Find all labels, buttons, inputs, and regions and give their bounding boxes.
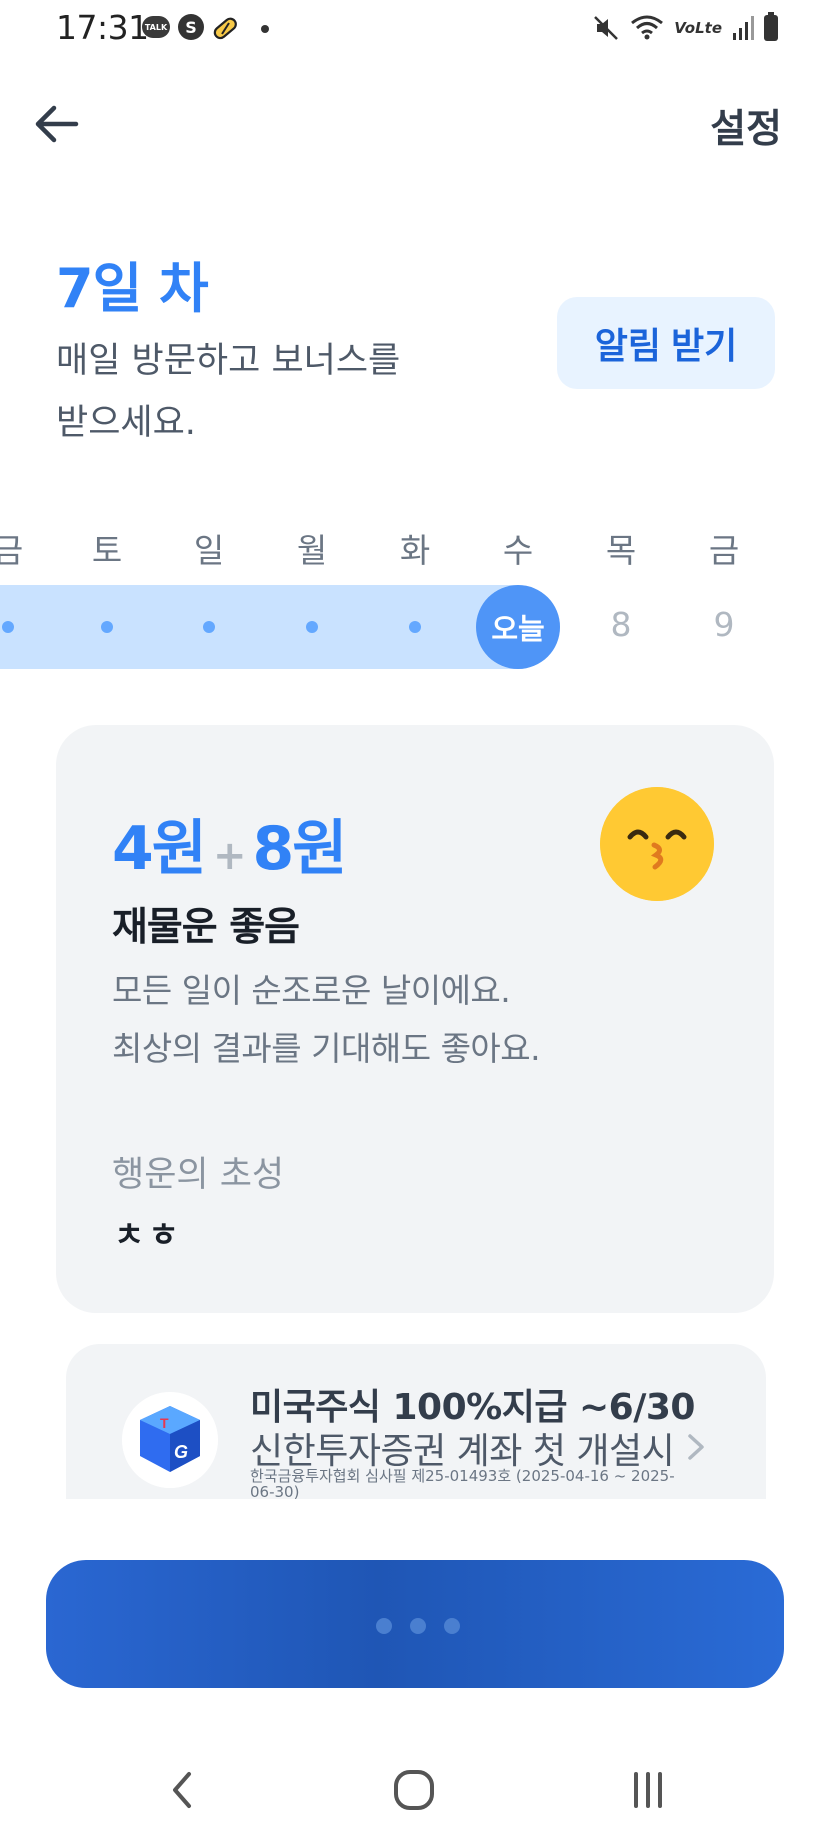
fortune-title: 재물운 좋음 [112, 905, 300, 950]
weekday-label: 화 [399, 531, 431, 570]
back-button[interactable] [28, 96, 84, 152]
bonus-amount: 8원 [252, 814, 347, 884]
weekday-label: 월 [296, 531, 328, 570]
nav-recents-icon [634, 1772, 662, 1808]
weekday-label: 토 [91, 531, 123, 570]
get-notification-button[interactable]: 알림 받기 [557, 297, 775, 389]
pill-notification-icon [213, 17, 237, 40]
system-status-icons: VoLte [592, 12, 778, 44]
today-marker: 오늘 [476, 585, 560, 669]
plus-sign: + [212, 833, 246, 879]
lucky-initials-label: 행운의 초성 [112, 1155, 285, 1195]
kakaotalk-notification-icon: TALK [142, 16, 170, 38]
fortune-desc-line-2: 최상의 결과를 기대해도 좋아요. [112, 1029, 541, 1068]
nav-back-icon [173, 1772, 191, 1808]
weekday-label: 금 [0, 531, 24, 570]
attendance-day-title: 7일 차 [56, 257, 209, 320]
status-time: 17:31 [56, 8, 149, 47]
nav-recents-button[interactable] [618, 1760, 678, 1820]
fortune-desc-line-1: 모든 일이 순조로운 날이에요. [112, 971, 511, 1010]
wifi-icon [631, 15, 664, 40]
future-day: 8 [610, 605, 632, 644]
signal-icon [733, 16, 754, 40]
chevron-right-icon[interactable] [684, 1432, 708, 1462]
nav-home-button[interactable] [384, 1760, 444, 1820]
ad-logo-letter-t: T [160, 1415, 169, 1431]
weekday-label: 수 [502, 531, 534, 570]
reward-amount: 4원 + 8원 [112, 800, 347, 887]
base-amount: 4원 [112, 814, 207, 884]
battery-icon [764, 12, 778, 41]
stock-cube-logo-icon: T G [122, 1392, 218, 1488]
future-day: 9 [713, 605, 735, 644]
attended-day-dot [203, 621, 215, 633]
attended-day-dot [409, 621, 421, 633]
fortune-description: 모든 일이 순조로운 날이에요. 최상의 결과를 기대해도 좋아요. [112, 962, 541, 1078]
ad-logo-letter-g: G [174, 1442, 188, 1462]
s-app-notification-icon: S [178, 14, 204, 40]
attended-day-dot [306, 621, 318, 633]
settings-link[interactable]: 설정 [710, 98, 782, 154]
nav-back-button[interactable] [152, 1760, 212, 1820]
ad-disclaimer: 한국금융투자협회 심사필 제25-01493호 (2025-04-16 ~ 20… [250, 1467, 675, 1501]
attended-day-dot [2, 621, 14, 633]
weekday-label: 금 [708, 531, 740, 570]
nav-home-icon [394, 1770, 434, 1810]
volte-label: VoLte [674, 19, 722, 37]
lucky-initials-value: ㅊㅎ [114, 1215, 183, 1254]
intro-line-1: 매일 방문하고 보너스를 [56, 341, 401, 381]
loading-dot [376, 1618, 392, 1634]
loading-dot [410, 1618, 426, 1634]
mute-icon [594, 16, 619, 40]
loading-dot [444, 1618, 460, 1634]
attended-day-dot [101, 621, 113, 633]
kissing-face-icon [600, 787, 714, 901]
intro-text: 매일 방문하고 보너스를 받으세요. [56, 330, 496, 454]
arrow-left-icon [35, 105, 79, 143]
intro-line-2: 받으세요. [56, 403, 196, 443]
weekday-label: 일 [193, 531, 225, 570]
weekday-label: 목 [605, 531, 637, 570]
more-notifications-dot [261, 25, 269, 33]
